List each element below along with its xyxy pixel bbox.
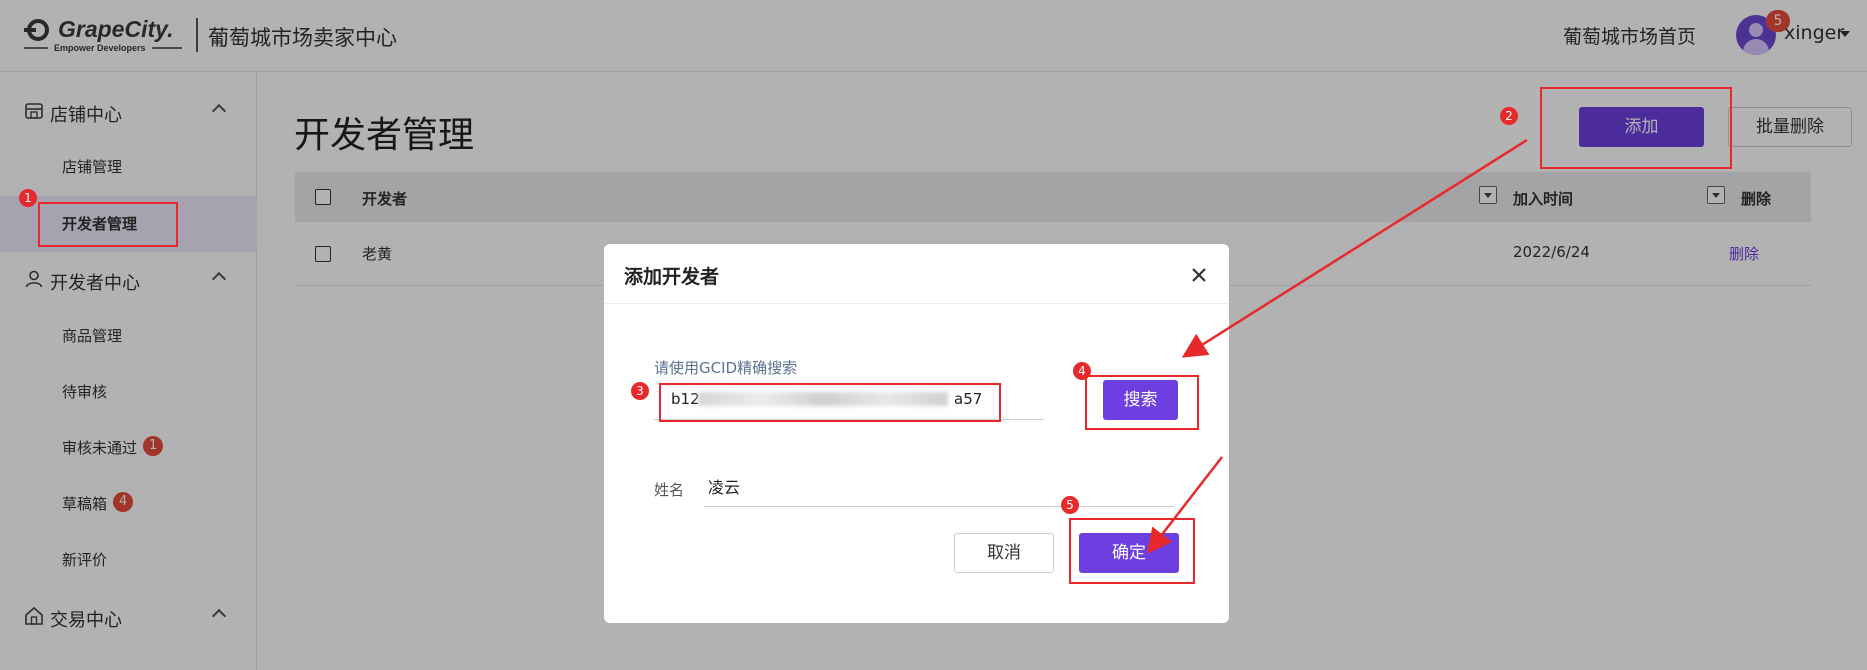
dialog-header: 添加开发者 [604,244,1229,304]
annotation-step-4: 4 [1073,362,1091,380]
annotation-box-1 [38,202,178,247]
gcid-search-hint: 请使用GCID精确搜索 [654,359,798,377]
close-icon[interactable] [1188,264,1210,286]
annotation-step-1: 1 [19,189,37,207]
annotation-step-2: 2 [1500,107,1518,125]
annotation-step-3: 3 [631,382,649,400]
annotation-step-5: 5 [1061,496,1079,514]
dialog-title: 添加开发者 [624,266,720,288]
annotation-box-2 [1540,87,1732,169]
annotation-box-5 [1069,518,1195,584]
annotation-box-4 [1085,375,1199,430]
name-field[interactable]: 凌云 [704,469,1174,507]
annotation-box-3 [659,383,1001,422]
name-label: 姓名 [654,481,685,499]
cancel-button[interactable]: 取消 [954,533,1054,573]
